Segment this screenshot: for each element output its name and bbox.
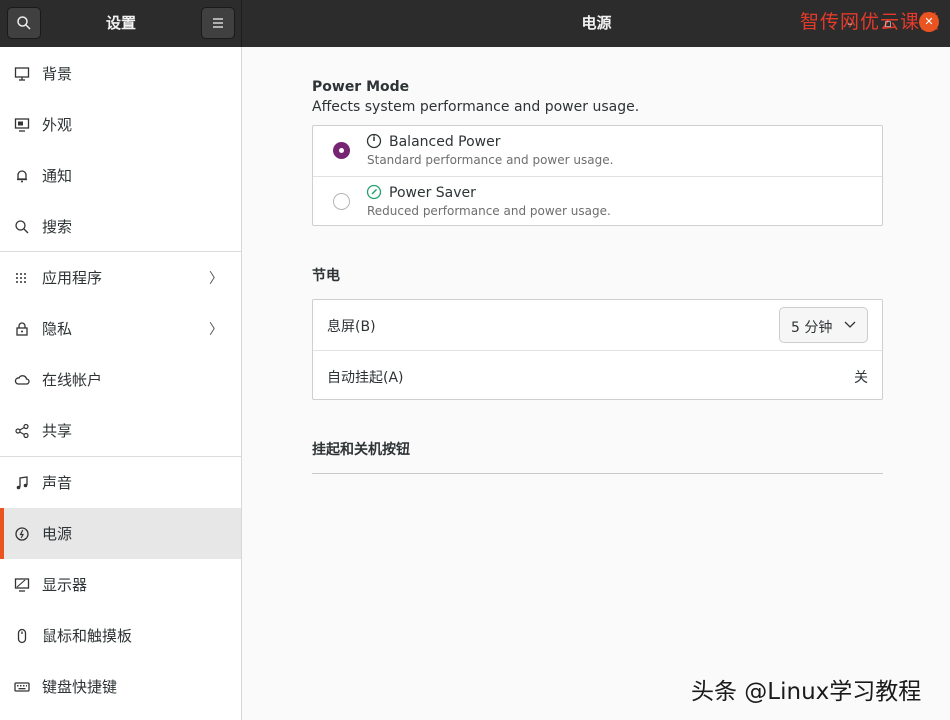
close-button[interactable]: ✕ — [919, 12, 939, 32]
sidebar-item-label: 通知 — [42, 167, 73, 185]
sidebar-item-online-accounts[interactable]: 在线帐户 — [0, 354, 241, 405]
radio-button-checked[interactable] — [333, 142, 350, 159]
minimize-button[interactable]: – — [843, 17, 857, 31]
sidebar-item-label: 键盘快捷键 — [42, 678, 118, 696]
sidebar-item-label: 搜索 — [42, 218, 73, 236]
search-icon — [14, 219, 30, 235]
sidebar-item-power[interactable]: 电源 — [0, 508, 241, 559]
blank-screen-row: 息屏(B) 5 分钟 — [313, 300, 882, 350]
sidebar-item-privacy[interactable]: 隐私 〉 — [0, 303, 241, 354]
appearance-icon — [14, 117, 30, 133]
power-mode-title: Power Mode — [312, 79, 410, 95]
sidebar-item-mouse-touchpad[interactable]: 鼠标和触摸板 — [0, 610, 241, 661]
bell-icon — [14, 168, 30, 184]
power-mode-option-balanced[interactable]: Balanced Power Standard performance and … — [313, 126, 882, 176]
power-settings-panel: Power Mode Affects system performance an… — [243, 47, 950, 720]
sidebar-item-applications[interactable]: 应用程序 〉 — [0, 252, 241, 303]
chevron-right-icon: 〉 — [209, 321, 223, 338]
power-mode-option-saver[interactable]: Power Saver Reduced performance and powe… — [313, 176, 882, 226]
blank-screen-label: 息屏(B) — [327, 319, 376, 335]
mode-description: Reduced performance and power usage. — [367, 204, 611, 218]
power-mode-list: Balanced Power Standard performance and … — [312, 125, 883, 226]
section-divider — [312, 473, 883, 474]
power-saving-list: 息屏(B) 5 分钟 自动挂起(A) 关 — [312, 299, 883, 400]
sidebar-item-label: 隐私 — [42, 320, 73, 338]
search-button[interactable] — [7, 7, 41, 39]
sidebar-item-label: 鼠标和触摸板 — [42, 627, 133, 645]
music-note-icon — [14, 475, 30, 491]
mouse-icon — [14, 628, 30, 644]
lock-icon — [14, 321, 30, 337]
sidebar-item-label: 背景 — [42, 65, 73, 83]
cloud-icon — [14, 372, 30, 388]
mode-name: Balanced Power — [389, 134, 501, 150]
chevron-down-icon — [844, 321, 856, 328]
sidebar: 背景 外观 通知 搜索 应用程序 〉 隐私 〉 在线帐户 共享 声音 电源 显示… — [0, 47, 242, 720]
sidebar-item-label: 外观 — [42, 116, 73, 134]
apps-grid-icon — [14, 270, 30, 286]
sidebar-item-search[interactable]: 搜索 — [0, 201, 241, 252]
auto-suspend-value: 关 — [854, 370, 868, 386]
blank-screen-dropdown[interactable]: 5 分钟 — [779, 307, 868, 343]
sidebar-item-background[interactable]: 背景 — [0, 48, 241, 99]
keyboard-icon — [14, 679, 30, 695]
search-icon — [17, 16, 31, 30]
display-icon — [14, 577, 30, 593]
maximize-button[interactable]: ▫ — [881, 17, 895, 31]
sidebar-item-label: 共享 — [42, 422, 73, 440]
sidebar-item-sound[interactable]: 声音 — [0, 457, 241, 508]
power-saving-title: 节电 — [312, 268, 340, 284]
watermark-bottom: 头条 @Linux学习教程 — [691, 679, 922, 705]
suspend-power-button-title: 挂起和关机按钮 — [312, 442, 410, 458]
header-bar: 设置 电源 智传网优云课堂 – ▫ ✕ — [0, 0, 950, 47]
radio-button-unchecked[interactable] — [333, 193, 350, 210]
monitor-icon — [14, 66, 30, 82]
sidebar-header: 设置 — [0, 0, 242, 47]
sidebar-item-sharing[interactable]: 共享 — [0, 405, 241, 456]
sidebar-item-label: 显示器 — [42, 576, 88, 594]
mode-name: Power Saver — [389, 185, 476, 201]
sidebar-item-appearance[interactable]: 外观 — [0, 99, 241, 150]
sidebar-item-label: 声音 — [42, 474, 73, 492]
leaf-gauge-icon — [366, 184, 382, 200]
power-mode-subtitle: Affects system performance and power usa… — [312, 99, 640, 115]
mode-description: Standard performance and power usage. — [367, 153, 614, 167]
sidebar-item-keyboard-shortcuts[interactable]: 键盘快捷键 — [0, 661, 241, 712]
power-icon — [14, 526, 30, 542]
hamburger-menu-icon — [213, 18, 223, 28]
menu-button[interactable] — [201, 7, 235, 39]
share-icon — [14, 423, 30, 439]
sidebar-item-label: 应用程序 — [42, 269, 103, 287]
blank-screen-value: 5 分钟 — [791, 320, 833, 336]
sidebar-item-notifications[interactable]: 通知 — [0, 150, 241, 201]
gauge-icon — [366, 133, 382, 149]
chevron-right-icon: 〉 — [209, 270, 223, 287]
auto-suspend-row[interactable]: 自动挂起(A) 关 — [313, 350, 882, 400]
sidebar-item-label: 电源 — [42, 525, 73, 543]
sidebar-item-displays[interactable]: 显示器 — [0, 559, 241, 610]
sidebar-item-label: 在线帐户 — [42, 371, 103, 389]
auto-suspend-label: 自动挂起(A) — [327, 370, 404, 386]
